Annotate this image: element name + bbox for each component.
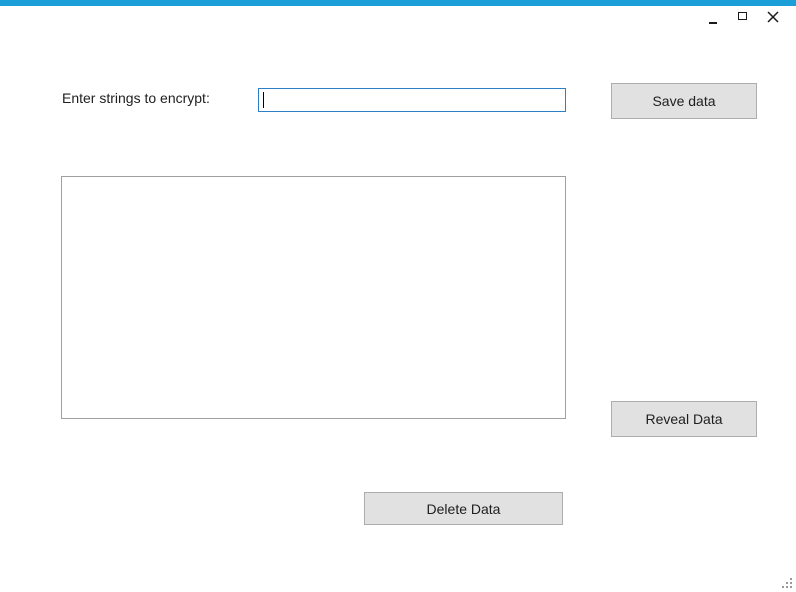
save-data-button[interactable]: Save data — [611, 83, 757, 119]
delete-data-button[interactable]: Delete Data — [364, 492, 563, 525]
encrypt-prompt-label: Enter strings to encrypt: — [62, 90, 210, 106]
resize-grip-icon[interactable] — [782, 578, 792, 588]
close-icon — [767, 11, 779, 23]
close-button[interactable] — [762, 8, 786, 28]
minimize-icon — [709, 22, 717, 24]
minimize-button[interactable] — [704, 8, 724, 28]
maximize-button[interactable] — [734, 8, 754, 28]
text-caret — [263, 92, 264, 108]
output-text-box[interactable] — [61, 176, 566, 419]
reveal-data-button[interactable]: Reveal Data — [611, 401, 757, 437]
app-window: Enter strings to encrypt: Save data Reve… — [0, 0, 796, 592]
encrypt-string-input[interactable] — [258, 88, 566, 112]
window-top-border — [0, 0, 796, 6]
maximize-icon — [738, 12, 747, 20]
